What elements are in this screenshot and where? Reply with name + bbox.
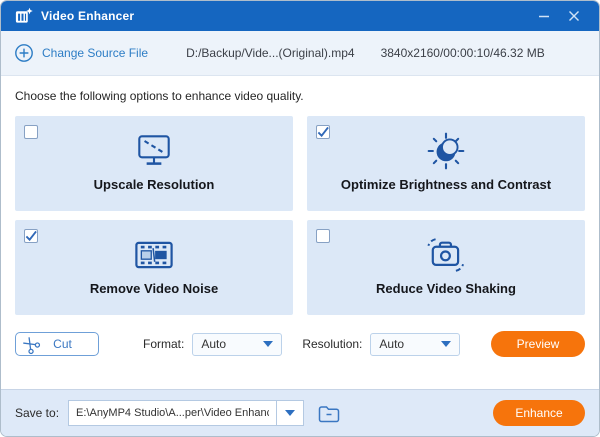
resolution-value: Auto xyxy=(379,337,405,351)
controls-bar: Cut Format: Auto Resolution: Auto Previe… xyxy=(1,331,599,357)
reduce-shaking-checkbox[interactable] xyxy=(316,229,330,243)
option-label: Optimize Brightness and Contrast xyxy=(340,177,552,192)
options-grid: Upscale Resolution Optimize Brightness a… xyxy=(15,116,585,315)
save-path-dropdown-button[interactable] xyxy=(276,400,305,426)
option-card-reduce-shaking[interactable]: Reduce Video Shaking xyxy=(307,220,585,315)
scissors-icon xyxy=(23,336,41,354)
save-path-input[interactable] xyxy=(68,400,277,426)
option-card-remove-noise[interactable]: Remove Video Noise xyxy=(15,220,293,315)
option-card-upscale-resolution[interactable]: Upscale Resolution xyxy=(15,116,293,211)
cut-label: Cut xyxy=(53,337,72,351)
app-icon xyxy=(15,7,33,23)
minimize-button[interactable] xyxy=(529,3,559,29)
check-icon xyxy=(25,230,37,242)
optimize-brightness-checkbox[interactable] xyxy=(316,125,330,139)
plus-circle-icon xyxy=(15,44,33,62)
change-source-label: Change Source File xyxy=(42,46,149,60)
preview-button[interactable]: Preview xyxy=(491,331,585,357)
option-label: Remove Video Noise xyxy=(89,281,219,296)
footer-bar: Save to: Enhance xyxy=(1,389,599,436)
camera-shake-icon xyxy=(427,238,464,272)
format-dropdown[interactable]: Auto xyxy=(192,332,283,356)
browse-folder-button[interactable] xyxy=(317,403,341,424)
option-card-optimize-brightness[interactable]: Optimize Brightness and Contrast xyxy=(307,116,585,211)
monitor-upscale-icon xyxy=(138,135,170,165)
content-area: Choose the following options to enhance … xyxy=(1,89,599,315)
chevron-down-icon xyxy=(263,341,274,347)
source-toolbar: Change Source File D:/Backup/Vide...(Ori… xyxy=(1,31,599,76)
titlebar[interactable]: Video Enhancer xyxy=(1,1,599,31)
chevron-down-icon xyxy=(441,341,452,347)
folder-icon xyxy=(318,405,340,422)
upscale-resolution-checkbox[interactable] xyxy=(24,125,38,139)
format-value: Auto xyxy=(201,337,227,351)
option-label: Upscale Resolution xyxy=(93,177,215,192)
cut-button[interactable]: Cut xyxy=(15,332,99,356)
change-source-button[interactable]: Change Source File xyxy=(14,43,148,63)
check-icon xyxy=(317,126,329,138)
source-file-info: 3840x2160/00:00:10/46.32 MB xyxy=(380,46,545,60)
resolution-label: Resolution: xyxy=(302,337,363,351)
source-file-name: D:/Backup/Vide...(Original).mp4 xyxy=(186,46,355,60)
brightness-contrast-icon xyxy=(427,132,465,170)
chevron-down-icon xyxy=(285,410,296,416)
resolution-dropdown[interactable]: Auto xyxy=(370,332,461,356)
save-to-label: Save to: xyxy=(15,406,60,420)
window-title: Video Enhancer xyxy=(41,9,135,23)
save-path-combo xyxy=(68,400,305,426)
enhance-button[interactable]: Enhance xyxy=(493,400,585,426)
close-button[interactable] xyxy=(559,3,589,29)
close-icon xyxy=(569,11,579,21)
video-enhancer-window: Video Enhancer Change Source File D:/Bac… xyxy=(0,0,600,437)
film-noise-icon xyxy=(135,241,173,269)
instruction-text: Choose the following options to enhance … xyxy=(15,89,304,103)
option-label: Reduce Video Shaking xyxy=(376,281,516,296)
remove-noise-checkbox[interactable] xyxy=(24,229,38,243)
format-label: Format: xyxy=(143,337,185,351)
minimize-icon xyxy=(539,15,549,18)
